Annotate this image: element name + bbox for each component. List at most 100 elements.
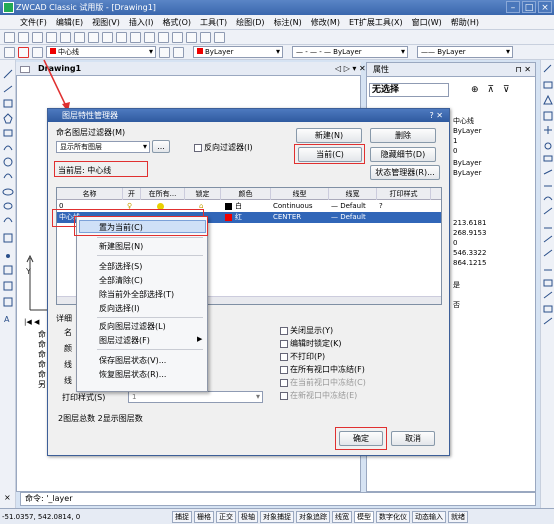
menu-format[interactable]: 格式(O) xyxy=(162,17,191,28)
layer-row[interactable]: 0 ♀ ⌂ 白 Continuous — Default ? xyxy=(57,201,441,212)
menu-draw[interactable]: 绘图(D) xyxy=(236,17,264,28)
check-no-plot[interactable]: 不打印(P) xyxy=(280,351,325,362)
cmd-close-icon[interactable]: × xyxy=(4,493,11,502)
dialog-help-close[interactable]: ? ✕ xyxy=(430,109,444,122)
status-lweight[interactable]: 线宽 xyxy=(332,510,352,523)
prop-height[interactable]: 546.3322 xyxy=(453,249,533,258)
prop-ucs-on[interactable]: 是 xyxy=(453,281,533,290)
print-icon[interactable] xyxy=(46,31,57,43)
command-line[interactable]: 命令: '_layer xyxy=(20,492,536,506)
col-freeze[interactable]: 在所有... xyxy=(141,188,185,200)
linetype-combo[interactable]: — - — - — ByLayer xyxy=(292,46,408,58)
layer-linetype[interactable]: CENTER xyxy=(273,212,301,223)
menu-set-current[interactable]: 置为当前(C) xyxy=(99,222,143,233)
new-layer-button[interactable]: 新建(N) xyxy=(296,128,362,143)
invert-filter-checkbox[interactable]: 反向过滤器(I) xyxy=(194,142,253,153)
close-button[interactable]: × xyxy=(538,1,552,13)
menu-select-all[interactable]: 全部选择(S) xyxy=(99,261,142,272)
color-swatch[interactable] xyxy=(225,203,232,210)
color-combo[interactable]: ByLayer xyxy=(193,46,283,58)
status-model[interactable]: 模型 xyxy=(354,510,374,523)
zoom-icon[interactable] xyxy=(158,31,169,43)
lineweight-combo[interactable]: —— ByLayer xyxy=(417,46,513,58)
set-current-button[interactable]: 当前(C) xyxy=(298,147,362,162)
ok-button[interactable]: 确定 xyxy=(339,431,383,446)
col-name[interactable]: 名称 xyxy=(57,188,123,200)
lightbulb-icon[interactable]: ♀ xyxy=(127,201,132,212)
lock-icon[interactable]: ⌂ xyxy=(199,201,203,212)
redo-icon[interactable] xyxy=(130,31,141,43)
copy-icon[interactable] xyxy=(88,31,99,43)
make-current-icon[interactable] xyxy=(159,46,170,58)
cancel-button[interactable]: 取消 xyxy=(391,431,435,446)
menu-file[interactable]: 文件(F) xyxy=(20,17,47,28)
state-manager-button[interactable]: 状态管理器(R)... xyxy=(370,165,440,180)
menu-modify[interactable]: 修改(M) xyxy=(311,17,340,28)
menu-help[interactable]: 帮助(H) xyxy=(451,17,479,28)
sun-icon[interactable] xyxy=(157,203,164,210)
menu-et-tools[interactable]: ET扩展工具(X) xyxy=(349,17,403,28)
prop-color[interactable]: ByLayer xyxy=(453,127,533,136)
prop-ucs-origin[interactable]: 否 xyxy=(453,301,533,310)
layer-plotstyle[interactable]: ? xyxy=(379,201,383,212)
previous-layer-icon[interactable] xyxy=(173,46,184,58)
paste-icon[interactable] xyxy=(102,31,113,43)
layer-linetype[interactable]: Continuous xyxy=(273,201,313,212)
status-dyn[interactable]: 动态输入 xyxy=(412,510,446,523)
zoom-window-icon[interactable] xyxy=(172,31,183,43)
layer-lineweight[interactable]: — Default xyxy=(331,212,366,223)
col-color[interactable]: 颜色 xyxy=(221,188,271,200)
menu-invert-layer-filter[interactable]: 反向图层过滤器(L) xyxy=(99,321,166,332)
plotstyle-combo[interactable]: 1 xyxy=(128,391,263,403)
preview-icon[interactable] xyxy=(60,31,71,43)
status-otrack[interactable]: 对象追踪 xyxy=(296,510,330,523)
undo-icon[interactable] xyxy=(116,31,127,43)
maximize-button[interactable]: □ xyxy=(522,1,536,13)
col-on[interactable]: 开 xyxy=(123,188,141,200)
menu-dimension[interactable]: 标注(N) xyxy=(274,17,302,28)
status-osnap[interactable]: 对象捕捉 xyxy=(260,510,294,523)
menu-invert-selection[interactable]: 反向选择(I) xyxy=(99,303,140,314)
menu-edit[interactable]: 编辑(E) xyxy=(56,17,83,28)
prop-scale[interactable]: 1 xyxy=(453,137,533,146)
check-off-display[interactable]: 关闭显示(Y) xyxy=(280,325,333,336)
prop-center-z[interactable]: 0 xyxy=(453,239,533,248)
menu-window[interactable]: 窗口(W) xyxy=(412,17,442,28)
menu-restore-state[interactable]: 恢复图层状态(R)... xyxy=(99,369,166,380)
layer-states-icon[interactable] xyxy=(4,46,15,58)
status-polar[interactable]: 极轴 xyxy=(238,510,258,523)
menu-clear-all[interactable]: 全部清除(C) xyxy=(99,275,143,286)
layer-combo[interactable]: 中心线 xyxy=(46,46,156,58)
menu-save-state[interactable]: 保存图层状态(V)... xyxy=(99,355,166,366)
pan-icon[interactable] xyxy=(144,31,155,43)
col-linetype[interactable]: 线型 xyxy=(271,188,329,200)
check-lock-edit[interactable]: 编辑时锁定(K) xyxy=(280,338,342,349)
prop-layer[interactable]: 中心线 xyxy=(453,117,533,126)
prop-center-x[interactable]: 213.6181 xyxy=(453,219,533,228)
menu-view[interactable]: 视图(V) xyxy=(92,17,120,28)
status-tablet[interactable]: 数字化仪 xyxy=(376,510,410,523)
menu-select-all-but-current[interactable]: 除当前外全部选择(T) xyxy=(99,289,174,300)
col-lock[interactable]: 锁定 xyxy=(185,188,221,200)
filter-combo[interactable]: 显示所有图层 xyxy=(56,141,150,153)
cut-icon[interactable] xyxy=(74,31,85,43)
check-freeze-all[interactable]: 在所有视口中冻结(F) xyxy=(280,364,365,375)
delete-layer-button[interactable]: 删除 xyxy=(370,128,436,143)
filter-browse-button[interactable]: ... xyxy=(152,140,170,153)
help-icon[interactable] xyxy=(214,31,225,43)
minimize-button[interactable]: – xyxy=(506,1,520,13)
props-toolbar-icons[interactable]: ⊕ ⊼ ⊽ xyxy=(471,85,512,95)
menu-new-layer[interactable]: 新建图层(N) xyxy=(99,241,143,252)
menu-insert[interactable]: 插入(I) xyxy=(129,17,154,28)
draw-tools-icons[interactable]: A xyxy=(0,60,16,500)
col-lineweight[interactable]: 线宽 xyxy=(329,188,377,200)
color-swatch[interactable] xyxy=(225,214,232,221)
new-icon[interactable] xyxy=(4,31,15,43)
status-snap[interactable]: 捕捉 xyxy=(172,510,192,523)
menu-layer-filters[interactable]: 图层过滤器(F) xyxy=(99,335,150,346)
prop-thickness[interactable]: 0 xyxy=(453,147,533,156)
status-ortho[interactable]: 正交 xyxy=(216,510,236,523)
save-icon[interactable] xyxy=(32,31,43,43)
properties-icon[interactable] xyxy=(186,31,197,43)
prop-linetype[interactable]: ByLayer xyxy=(453,169,533,178)
